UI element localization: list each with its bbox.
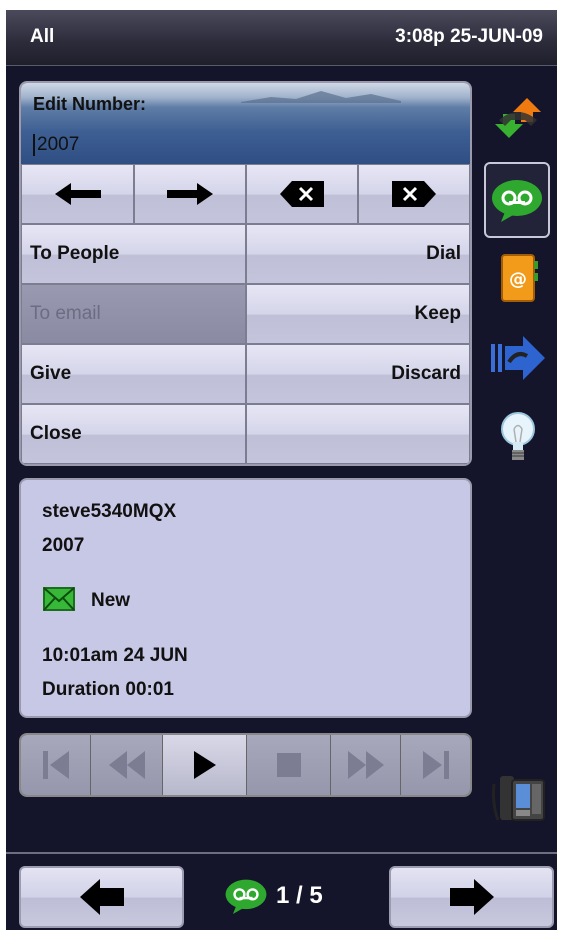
- voicemail-icon: [492, 180, 542, 222]
- to-people-label: To People: [30, 243, 120, 264]
- previous-message-button[interactable]: [19, 866, 184, 928]
- skip-end-icon: [422, 751, 449, 779]
- date-time: 3:08p 25-JUN-09: [395, 26, 543, 47]
- skip-end-button[interactable]: [401, 735, 470, 795]
- stop-button[interactable]: [247, 735, 331, 795]
- contacts-button[interactable]: @: [490, 250, 546, 306]
- arrow-right-icon: [449, 879, 494, 915]
- to-people-button[interactable]: To People: [21, 224, 246, 284]
- call-log-icon: [495, 98, 541, 138]
- skip-start-button[interactable]: [21, 735, 91, 795]
- keep-label: Keep: [414, 303, 461, 324]
- discard-label: Discard: [391, 363, 461, 384]
- close-button[interactable]: Close: [21, 404, 246, 464]
- voicemail-button[interactable]: [484, 162, 550, 238]
- playback-controls: [19, 733, 472, 797]
- edit-number-field[interactable]: 2007: [33, 134, 79, 156]
- voicemail-icon: [225, 879, 267, 914]
- forward-icon: [491, 336, 545, 380]
- delete-icon: [392, 181, 436, 207]
- message-info-panel: steve5340MQX 2007 New 10:01am 24 JUN Dur…: [19, 478, 472, 718]
- desk-phone-button[interactable]: [490, 770, 546, 826]
- edit-number-panel: Edit Number: 2007 To People Dial To emai…: [19, 81, 472, 466]
- arrow-left-icon: [79, 879, 124, 915]
- landscape-decoration: [241, 91, 401, 103]
- dial-button[interactable]: Dial: [246, 224, 470, 284]
- contacts-icon: @: [501, 254, 538, 302]
- filter-label[interactable]: All: [30, 26, 54, 48]
- skip-start-icon: [42, 751, 69, 779]
- message-time: 10:01am 24 JUN: [42, 645, 188, 666]
- sender-number: 2007: [42, 535, 85, 556]
- backspace-button[interactable]: [246, 164, 358, 224]
- message-duration: Duration 00:01: [42, 679, 174, 700]
- discard-button[interactable]: Discard: [246, 344, 470, 404]
- envelope-icon: [43, 587, 75, 611]
- rewind-icon: [108, 751, 145, 779]
- delete-button[interactable]: [358, 164, 470, 224]
- next-message-button[interactable]: [389, 866, 554, 928]
- fast-forward-icon: [347, 751, 384, 779]
- svg-text:@: @: [509, 269, 527, 290]
- play-icon: [193, 751, 216, 779]
- to-email-button[interactable]: To email: [21, 284, 246, 344]
- close-label: Close: [30, 423, 82, 444]
- stop-icon: [276, 753, 301, 777]
- message-counter: 1 / 5: [276, 882, 323, 909]
- rewind-button[interactable]: [91, 735, 163, 795]
- desk-phone-icon: [492, 776, 545, 821]
- play-button[interactable]: [163, 735, 247, 795]
- status-bar: All 3:08p 25-JUN-09: [6, 10, 557, 66]
- tips-lightbulb-icon: [501, 412, 535, 460]
- cursor-right-button[interactable]: [134, 164, 246, 224]
- give-button[interactable]: Give: [21, 344, 246, 404]
- phone-screen: All 3:08p 25-JUN-09 Edit Number: 2007 To…: [6, 10, 557, 930]
- arrow-right-icon: [167, 183, 213, 205]
- message-status: New: [91, 590, 131, 611]
- cursor-left-button[interactable]: [21, 164, 134, 224]
- keep-button[interactable]: Keep: [246, 284, 470, 344]
- edit-number-label: Edit Number:: [33, 94, 147, 114]
- forward-button[interactable]: [490, 330, 546, 386]
- arrow-left-icon: [54, 183, 101, 205]
- sender-name: steve5340MQX: [42, 501, 177, 522]
- to-email-label: To email: [30, 303, 101, 324]
- dial-label: Dial: [426, 243, 461, 264]
- empty-button: [246, 404, 470, 464]
- give-label: Give: [30, 363, 72, 384]
- call-log-button[interactable]: [490, 90, 546, 146]
- backspace-icon: [280, 181, 324, 207]
- fast-forward-button[interactable]: [331, 735, 401, 795]
- bottom-navigation: 1 / 5: [6, 852, 557, 930]
- tips-button[interactable]: [490, 410, 546, 466]
- edit-header: Edit Number: 2007: [21, 83, 470, 164]
